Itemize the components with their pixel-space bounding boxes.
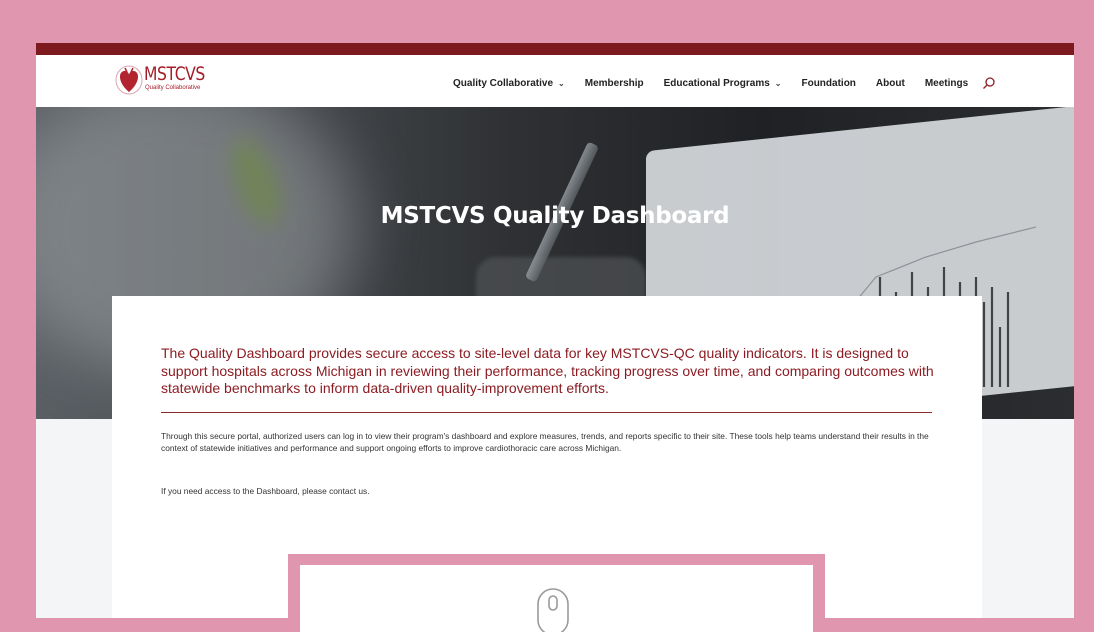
logo-subtitle: Quality Collaborative: [145, 85, 201, 91]
nav-meetings[interactable]: Meetings: [925, 78, 968, 89]
nav-label: About: [875, 77, 905, 89]
body-paragraph: Through this secure portal, authorized u…: [161, 431, 929, 454]
main-nav: Quality Collaborative ⌄ Membership Educa…: [453, 76, 996, 90]
chevron-down-icon: ⌄: [774, 78, 782, 88]
nav-membership[interactable]: Membership: [585, 78, 644, 89]
logo-heart-icon: [115, 65, 143, 95]
top-accent-bar: [36, 43, 1074, 55]
lead-paragraph: The Quality Dashboard provides secure ac…: [161, 345, 934, 396]
chevron-down-icon: ⌄: [558, 78, 565, 88]
search-icon[interactable]: [982, 76, 996, 90]
logo-text: MSTCVS: [144, 63, 205, 85]
contact-paragraph: If you need access to the Dashboard, ple…: [161, 486, 370, 496]
login-panel: [300, 565, 813, 632]
divider: [161, 412, 932, 413]
page-title: MSTCVS Quality Dashboard: [380, 203, 730, 229]
nav-label: Quality Collaborative: [453, 77, 554, 89]
nav-label: Meetings: [924, 77, 969, 89]
nav-educational-programs[interactable]: Educational Programs ⌄: [664, 78, 782, 89]
nav-quality-collaborative[interactable]: Quality Collaborative ⌄: [453, 78, 565, 89]
nav-label: Membership: [584, 77, 644, 89]
nav-about[interactable]: About: [876, 78, 905, 89]
nav-foundation[interactable]: Foundation: [801, 78, 855, 89]
mouse-icon: [537, 588, 569, 632]
login-panel-frame: [288, 554, 825, 632]
site-header: MSTCVS Quality Collaborative Quality Col…: [36, 55, 1074, 107]
browser-viewport: MSTCVS Quality Collaborative Quality Col…: [36, 43, 1074, 618]
site-logo[interactable]: MSTCVS Quality Collaborative: [114, 62, 224, 98]
nav-label: Foundation: [801, 77, 856, 89]
nav-label: Educational Programs: [663, 77, 770, 89]
